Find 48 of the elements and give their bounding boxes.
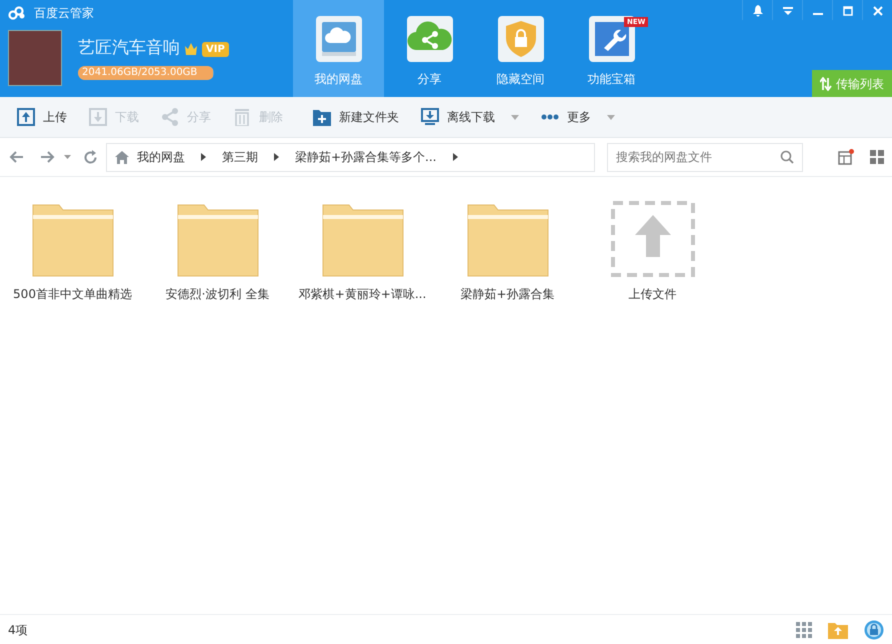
toolbar-button[interactable]: 上传	[8, 102, 76, 132]
shield-lock-icon	[498, 16, 544, 62]
breadcrumb-item[interactable]: 梁静茹+孙露合集等多个...	[295, 148, 436, 166]
file-name[interactable]: 梁静茹+孙露合集	[460, 285, 555, 303]
file-name[interactable]: 邓紫棋+黄丽玲+谭咏...	[298, 285, 426, 303]
forward-arrow-icon[interactable]	[40, 150, 56, 164]
file-name[interactable]: 500首非中文单曲精选	[13, 285, 132, 303]
share-icon	[161, 108, 179, 126]
storage-text: 2041.06GB/2053.00GB	[81, 66, 198, 80]
nav-tab[interactable]: 分享	[384, 0, 475, 97]
back-arrow-icon[interactable]	[8, 150, 24, 164]
file-name[interactable]: 安德烈·波切利 全集	[166, 285, 270, 303]
crown-icon	[184, 42, 198, 56]
share-icon	[406, 16, 452, 62]
up-down-arrows-icon	[820, 76, 832, 90]
home-icon[interactable]	[115, 150, 129, 164]
search-field[interactable]: 搜索我的网盘文件	[607, 142, 803, 172]
photo-placeholder	[8, 30, 62, 86]
breadcrumb-item[interactable]: 我的网盘	[137, 148, 185, 166]
caret-icon[interactable]	[64, 155, 71, 159]
grid-icon[interactable]	[796, 622, 812, 638]
upload-folder-icon[interactable]	[828, 620, 848, 638]
chevron-icon[interactable]	[201, 153, 206, 161]
nav-tab[interactable]: 隐藏空间	[475, 0, 566, 97]
upload-icon	[17, 108, 35, 126]
vip-badge: VIP	[202, 42, 229, 56]
dots-icon	[541, 114, 559, 120]
app-title: 百度云管家	[34, 5, 94, 22]
toolbar-button[interactable]: 更多	[532, 102, 624, 132]
grid-view-icon[interactable]	[870, 150, 884, 164]
user-name: 艺匠汽车音响	[78, 37, 180, 60]
chevron-icon[interactable]	[452, 153, 458, 161]
item-count: 4项	[8, 622, 28, 638]
breadcrumb-item[interactable]: 第三期	[222, 148, 258, 166]
lock-icon[interactable]	[864, 620, 884, 640]
search-icon[interactable]	[780, 150, 794, 164]
toolbar-button[interactable]: 离线下载	[412, 102, 528, 132]
toolbar-button[interactable]: 新建文件夹	[304, 102, 408, 132]
chevron-icon[interactable]	[274, 153, 279, 161]
cloud-icon	[316, 16, 362, 62]
file-name[interactable]: 上传文件	[628, 285, 676, 303]
trash-icon	[233, 108, 251, 126]
download-monitor-icon	[421, 108, 439, 126]
download-icon	[89, 108, 107, 126]
refresh-icon[interactable]	[83, 150, 98, 164]
cloud-logo-icon	[8, 6, 26, 20]
new-folder-icon	[313, 108, 331, 126]
panel-layout-icon[interactable]	[838, 149, 854, 165]
